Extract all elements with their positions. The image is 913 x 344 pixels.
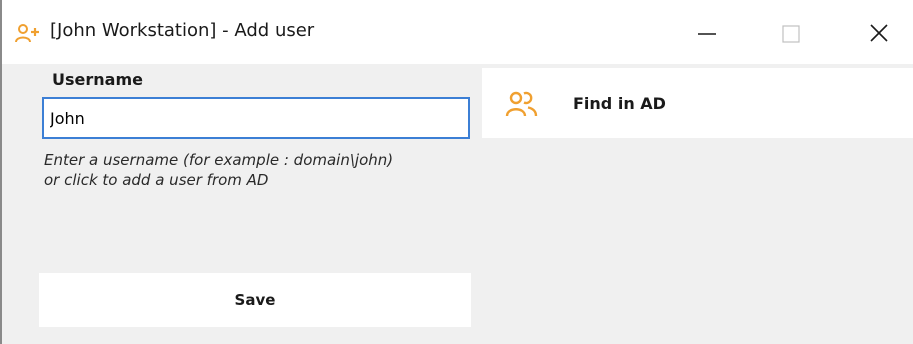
maximize-icon [782, 25, 800, 43]
window-title: [John Workstation] - Add user [50, 20, 315, 41]
title-bar: [John Workstation] - Add user [2, 0, 913, 64]
add-user-window: [John Workstation] - Add user Username E… [0, 0, 913, 344]
find-in-ad-label: Find in AD [573, 94, 666, 113]
users-icon [505, 90, 539, 120]
minimize-button[interactable] [671, 0, 741, 64]
close-icon [870, 24, 888, 42]
dialog-body: Username Enter a username (for example :… [2, 64, 913, 344]
add-user-icon [15, 23, 41, 45]
username-label: Username [52, 70, 143, 89]
minimize-icon [698, 33, 716, 35]
hint-line-2: or click to add a user from AD [44, 171, 269, 189]
username-hint: Enter a username (for example : domain\j… [44, 150, 484, 190]
find-in-ad-button[interactable]: Find in AD [482, 68, 913, 138]
close-button[interactable] [842, 0, 912, 64]
username-input[interactable] [42, 97, 470, 139]
maximize-button[interactable] [756, 0, 826, 64]
save-button[interactable]: Save [39, 273, 471, 327]
hint-line-1: Enter a username (for example : domain\j… [44, 151, 394, 169]
